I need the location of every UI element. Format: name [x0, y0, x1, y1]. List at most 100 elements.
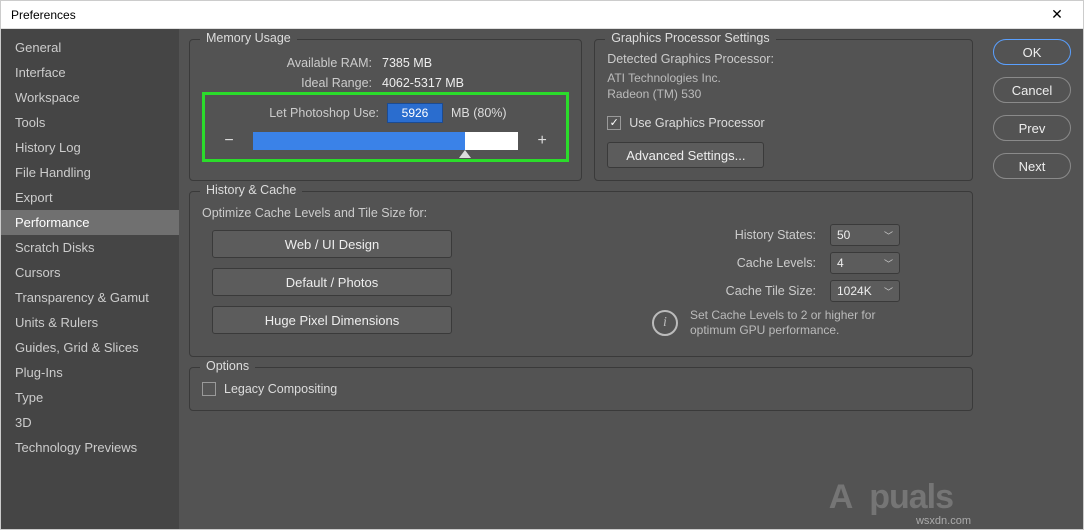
gpu-model: Radeon (TM) 530: [607, 86, 960, 102]
sidebar-item-label: Units & Rulers: [15, 315, 98, 330]
memory-slider[interactable]: [253, 132, 518, 150]
preset-web-ui-button[interactable]: Web / UI Design: [212, 230, 452, 258]
memory-unit-label: MB (80%): [451, 106, 507, 120]
sidebar-item-cursors[interactable]: Cursors: [1, 260, 179, 285]
cancel-label: Cancel: [1012, 83, 1052, 98]
preset-default-button[interactable]: Default / Photos: [212, 268, 452, 296]
history-states-label: History States:: [735, 228, 816, 242]
advanced-settings-button[interactable]: Advanced Settings...: [607, 142, 764, 168]
sidebar-item-interface[interactable]: Interface: [1, 60, 179, 85]
memory-slider-thumb[interactable]: [459, 150, 471, 158]
cache-levels-value: 4: [837, 256, 844, 270]
use-gpu-checkbox[interactable]: ✓: [607, 116, 621, 130]
history-left-column: Optimize Cache Levels and Tile Size for:…: [202, 202, 502, 344]
history-cache-title: History & Cache: [200, 183, 302, 197]
sidebar-item-file-handling[interactable]: File Handling: [1, 160, 179, 185]
sidebar-item-label: Type: [15, 390, 43, 405]
watermark-logo: A puals: [829, 478, 953, 517]
legacy-compositing-row[interactable]: ✓ Legacy Compositing: [202, 382, 960, 396]
sidebar-item-tools[interactable]: Tools: [1, 110, 179, 135]
chevron-down-icon: ﹀: [884, 285, 893, 298]
sidebar-item-label: File Handling: [15, 165, 91, 180]
sidebar-item-label: History Log: [15, 140, 81, 155]
history-states-value: 50: [837, 228, 850, 242]
memory-usage-group: Memory Usage Available RAM: 7385 MB Idea…: [189, 39, 582, 181]
sidebar-item-plug-ins[interactable]: Plug-Ins: [1, 360, 179, 385]
graphics-processor-title: Graphics Processor Settings: [605, 31, 775, 45]
sidebar-item-3d[interactable]: 3D: [1, 410, 179, 435]
available-ram-label: Available RAM:: [202, 56, 372, 70]
preferences-window: Preferences ✕ General Interface Workspac…: [0, 0, 1084, 530]
sidebar-item-history-log[interactable]: History Log: [1, 135, 179, 160]
available-ram-value: 7385 MB: [382, 56, 432, 70]
detected-processor-label: Detected Graphics Processor:: [607, 52, 960, 66]
close-icon: ✕: [1051, 6, 1063, 23]
sidebar-item-guides-grid-slices[interactable]: Guides, Grid & Slices: [1, 335, 179, 360]
watermark-text: wsxdn.com: [916, 515, 971, 527]
let-photoshop-use-label: Let Photoshop Use:: [219, 106, 379, 120]
sidebar-item-general[interactable]: General: [1, 35, 179, 60]
memory-amount-input[interactable]: [387, 103, 443, 123]
sidebar-item-label: General: [15, 40, 61, 55]
options-title: Options: [200, 359, 255, 373]
sidebar-item-label: Transparency & Gamut: [15, 290, 149, 305]
sidebar-item-label: Workspace: [15, 90, 80, 105]
sidebar-item-technology-previews[interactable]: Technology Previews: [1, 435, 179, 460]
cache-tile-size-label: Cache Tile Size:: [726, 284, 816, 298]
sidebar-item-units-rulers[interactable]: Units & Rulers: [1, 310, 179, 335]
cancel-button[interactable]: Cancel: [993, 77, 1071, 103]
legacy-compositing-checkbox[interactable]: ✓: [202, 382, 216, 396]
info-icon: i: [652, 310, 678, 336]
preset-default-label: Default / Photos: [286, 275, 379, 290]
cache-tile-size-dropdown[interactable]: 1024K ﹀: [830, 280, 900, 302]
use-gpu-label: Use Graphics Processor: [629, 116, 764, 130]
titlebar: Preferences ✕: [1, 1, 1083, 29]
sidebar-item-label: Cursors: [15, 265, 61, 280]
ok-button[interactable]: OK: [993, 39, 1071, 65]
legacy-compositing-label: Legacy Compositing: [224, 382, 337, 396]
sidebar-item-performance[interactable]: Performance: [1, 210, 179, 235]
preset-web-ui-label: Web / UI Design: [285, 237, 379, 252]
main-panel: Memory Usage Available RAM: 7385 MB Idea…: [179, 29, 983, 529]
next-button[interactable]: Next: [993, 153, 1071, 179]
history-states-dropdown[interactable]: 50 ﹀: [830, 224, 900, 246]
sidebar-item-label: Scratch Disks: [15, 240, 94, 255]
close-button[interactable]: ✕: [1037, 5, 1077, 25]
cache-hint-text: Set Cache Levels to 2 or higher for opti…: [690, 308, 920, 338]
sidebar-item-label: Plug-Ins: [15, 365, 63, 380]
sidebar-item-scratch-disks[interactable]: Scratch Disks: [1, 235, 179, 260]
sidebar-item-label: Interface: [15, 65, 66, 80]
sidebar-item-workspace[interactable]: Workspace: [1, 85, 179, 110]
prev-label: Prev: [1019, 121, 1046, 136]
next-label: Next: [1019, 159, 1046, 174]
ideal-range-label: Ideal Range:: [202, 76, 372, 90]
advanced-settings-label: Advanced Settings...: [626, 148, 745, 163]
graphics-processor-group: Graphics Processor Settings Detected Gra…: [594, 39, 973, 181]
sidebar-item-label: Technology Previews: [15, 440, 137, 455]
sidebar-item-label: Tools: [15, 115, 45, 130]
ok-label: OK: [1023, 45, 1042, 60]
memory-increase-button[interactable]: +: [532, 131, 552, 151]
chevron-down-icon: ﹀: [884, 229, 893, 242]
sidebar-item-label: Performance: [15, 215, 89, 230]
sidebar-item-label: Export: [15, 190, 53, 205]
cache-levels-dropdown[interactable]: 4 ﹀: [830, 252, 900, 274]
minus-icon: −: [224, 132, 233, 150]
memory-usage-title: Memory Usage: [200, 31, 297, 45]
cache-levels-label: Cache Levels:: [737, 256, 816, 270]
sidebar-item-type[interactable]: Type: [1, 385, 179, 410]
memory-highlight-box: Let Photoshop Use: MB (80%) − +: [202, 92, 569, 162]
window-body: General Interface Workspace Tools Histor…: [1, 29, 1083, 529]
sidebar-item-transparency-gamut[interactable]: Transparency & Gamut: [1, 285, 179, 310]
history-cache-group: History & Cache Optimize Cache Levels an…: [189, 191, 973, 357]
sidebar-item-export[interactable]: Export: [1, 185, 179, 210]
ideal-range-value: 4062-5317 MB: [382, 76, 464, 90]
sidebar-item-label: 3D: [15, 415, 32, 430]
prev-button[interactable]: Prev: [993, 115, 1071, 141]
preset-huge-button[interactable]: Huge Pixel Dimensions: [212, 306, 452, 334]
memory-decrease-button[interactable]: −: [219, 131, 239, 151]
sidebar: General Interface Workspace Tools Histor…: [1, 29, 179, 529]
chevron-down-icon: ﹀: [884, 257, 893, 270]
cache-tile-size-value: 1024K: [837, 284, 872, 298]
use-gpu-row[interactable]: ✓ Use Graphics Processor: [607, 116, 960, 130]
